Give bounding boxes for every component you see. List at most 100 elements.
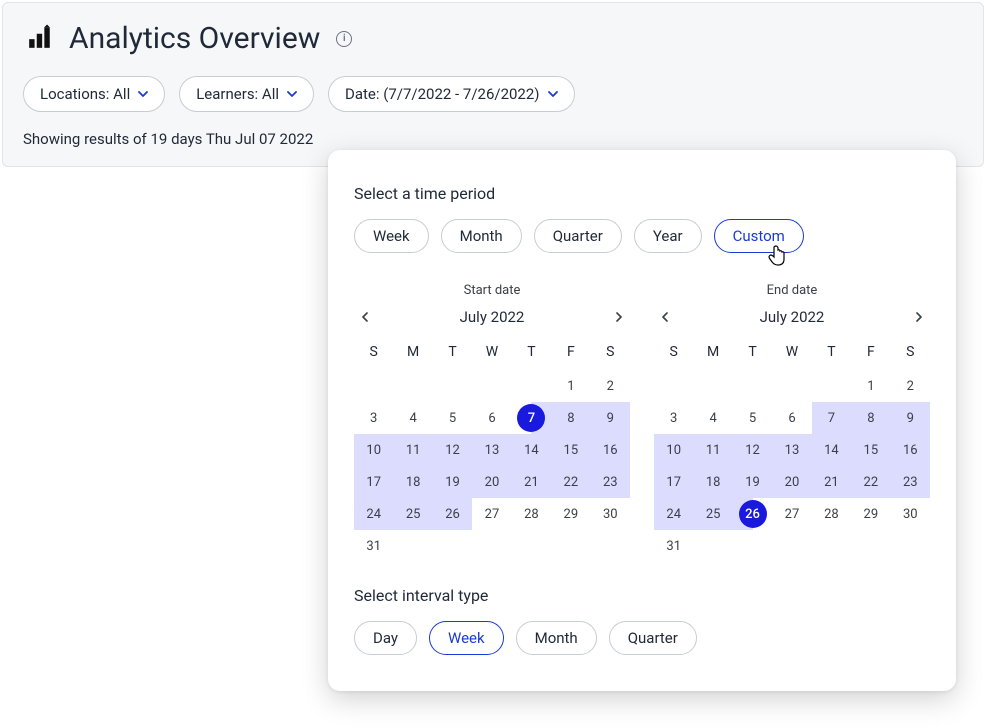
calendar-day[interactable]: 6 <box>472 402 511 434</box>
period-row: Week Month Quarter Year Custom <box>354 219 930 253</box>
calendar-day[interactable]: 13 <box>472 434 511 466</box>
calendar-end-month: July 2022 <box>760 308 825 326</box>
calendar-day[interactable]: 30 <box>591 498 630 530</box>
prev-month-icon[interactable] <box>656 308 674 326</box>
calendar-day[interactable]: 12 <box>433 434 472 466</box>
calendar-day[interactable]: 18 <box>393 466 432 498</box>
calendar-day[interactable]: 14 <box>812 434 851 466</box>
calendar-day[interactable]: 17 <box>654 466 693 498</box>
dow-header: T <box>512 338 551 370</box>
period-quarter[interactable]: Quarter <box>534 219 622 253</box>
calendar-day[interactable]: 15 <box>851 434 890 466</box>
interval-month[interactable]: Month <box>516 621 597 655</box>
calendar-day[interactable]: 7 <box>812 402 851 434</box>
calendar-day[interactable]: 5 <box>733 402 772 434</box>
calendar-day[interactable]: 4 <box>393 402 432 434</box>
calendar-day[interactable]: 31 <box>654 530 693 562</box>
calendar-day-empty <box>393 370 432 402</box>
calendar-start-grid: SMTWTFS123456789101112131415161718192021… <box>354 338 630 562</box>
calendar-day[interactable]: 21 <box>512 466 551 498</box>
chevron-down-icon <box>287 89 297 99</box>
calendar-day[interactable]: 17 <box>354 466 393 498</box>
calendar-day[interactable]: 9 <box>891 402 930 434</box>
dow-header: M <box>393 338 432 370</box>
calendar-start-month: July 2022 <box>460 308 525 326</box>
calendar-day[interactable]: 20 <box>772 466 811 498</box>
calendar-day[interactable]: 10 <box>654 434 693 466</box>
chevron-down-icon <box>548 89 558 99</box>
filter-date[interactable]: Date: (7/7/2022 - 7/26/2022) <box>328 76 575 112</box>
calendar-day[interactable]: 19 <box>733 466 772 498</box>
next-month-icon[interactable] <box>610 308 628 326</box>
calendar-day[interactable]: 6 <box>772 402 811 434</box>
calendar-day-empty <box>512 370 551 402</box>
calendar-day[interactable]: 24 <box>654 498 693 530</box>
calendar-day[interactable]: 28 <box>812 498 851 530</box>
calendar-day[interactable]: 22 <box>551 466 590 498</box>
calendar-day[interactable]: 11 <box>693 434 732 466</box>
calendar-day[interactable]: 20 <box>472 466 511 498</box>
calendar-day[interactable]: 18 <box>693 466 732 498</box>
period-custom[interactable]: Custom <box>714 219 804 253</box>
calendar-day[interactable]: 13 <box>772 434 811 466</box>
calendar-day[interactable]: 16 <box>591 434 630 466</box>
next-month-icon[interactable] <box>910 308 928 326</box>
calendar-day[interactable]: 2 <box>891 370 930 402</box>
calendar-day[interactable]: 25 <box>693 498 732 530</box>
calendar-day[interactable]: 26 <box>733 498 772 530</box>
calendar-day[interactable]: 25 <box>393 498 432 530</box>
interval-quarter[interactable]: Quarter <box>609 621 697 655</box>
calendar-day[interactable]: 14 <box>512 434 551 466</box>
calendar-day[interactable]: 8 <box>851 402 890 434</box>
calendar-day[interactable]: 22 <box>851 466 890 498</box>
dow-header: W <box>772 338 811 370</box>
calendar-day-empty <box>772 370 811 402</box>
dow-header: S <box>591 338 630 370</box>
period-year[interactable]: Year <box>634 219 702 253</box>
calendar-day[interactable]: 26 <box>433 498 472 530</box>
calendar-day[interactable]: 10 <box>354 434 393 466</box>
period-week[interactable]: Week <box>354 219 429 253</box>
calendar-day[interactable]: 31 <box>354 530 393 562</box>
calendar-day[interactable]: 29 <box>551 498 590 530</box>
calendar-day[interactable]: 4 <box>693 402 732 434</box>
info-icon[interactable]: i <box>336 31 352 47</box>
calendar-day[interactable]: 15 <box>551 434 590 466</box>
calendar-end-grid: SMTWTFS123456789101112131415161718192021… <box>654 338 930 562</box>
calendar-day[interactable]: 3 <box>654 402 693 434</box>
filter-learners[interactable]: Learners: All <box>179 76 314 112</box>
calendar-day[interactable]: 21 <box>812 466 851 498</box>
interval-week[interactable]: Week <box>429 621 504 655</box>
calendar-day[interactable]: 7 <box>512 402 551 434</box>
calendar-day[interactable]: 1 <box>851 370 890 402</box>
calendar-day[interactable]: 29 <box>851 498 890 530</box>
calendar-day[interactable]: 28 <box>512 498 551 530</box>
calendar-day[interactable]: 9 <box>591 402 630 434</box>
prev-month-icon[interactable] <box>356 308 374 326</box>
calendar-day[interactable]: 30 <box>891 498 930 530</box>
period-month[interactable]: Month <box>441 219 522 253</box>
filter-learners-label: Learners: All <box>196 85 279 103</box>
calendar-day[interactable]: 12 <box>733 434 772 466</box>
calendar-start-header: July 2022 <box>354 308 630 326</box>
calendar-day[interactable]: 19 <box>433 466 472 498</box>
calendar-day[interactable]: 11 <box>393 434 432 466</box>
interval-day[interactable]: Day <box>354 621 417 655</box>
calendar-day[interactable]: 23 <box>891 466 930 498</box>
filter-locations-label: Locations: All <box>40 85 130 103</box>
date-popover: Select a time period Week Month Quarter … <box>328 150 956 691</box>
start-date-label: Start date <box>354 283 630 298</box>
calendar-day[interactable]: 23 <box>591 466 630 498</box>
calendar-day[interactable]: 5 <box>433 402 472 434</box>
calendar-day[interactable]: 16 <box>891 434 930 466</box>
calendar-day[interactable]: 27 <box>472 498 511 530</box>
calendar-day[interactable]: 24 <box>354 498 393 530</box>
calendar-day[interactable]: 2 <box>591 370 630 402</box>
calendar-day-empty <box>812 370 851 402</box>
calendar-day[interactable]: 8 <box>551 402 590 434</box>
filter-locations[interactable]: Locations: All <box>23 76 165 112</box>
calendar-day[interactable]: 1 <box>551 370 590 402</box>
header-panel: Analytics Overview i Locations: All Lear… <box>2 2 984 167</box>
calendar-day[interactable]: 27 <box>772 498 811 530</box>
calendar-day[interactable]: 3 <box>354 402 393 434</box>
